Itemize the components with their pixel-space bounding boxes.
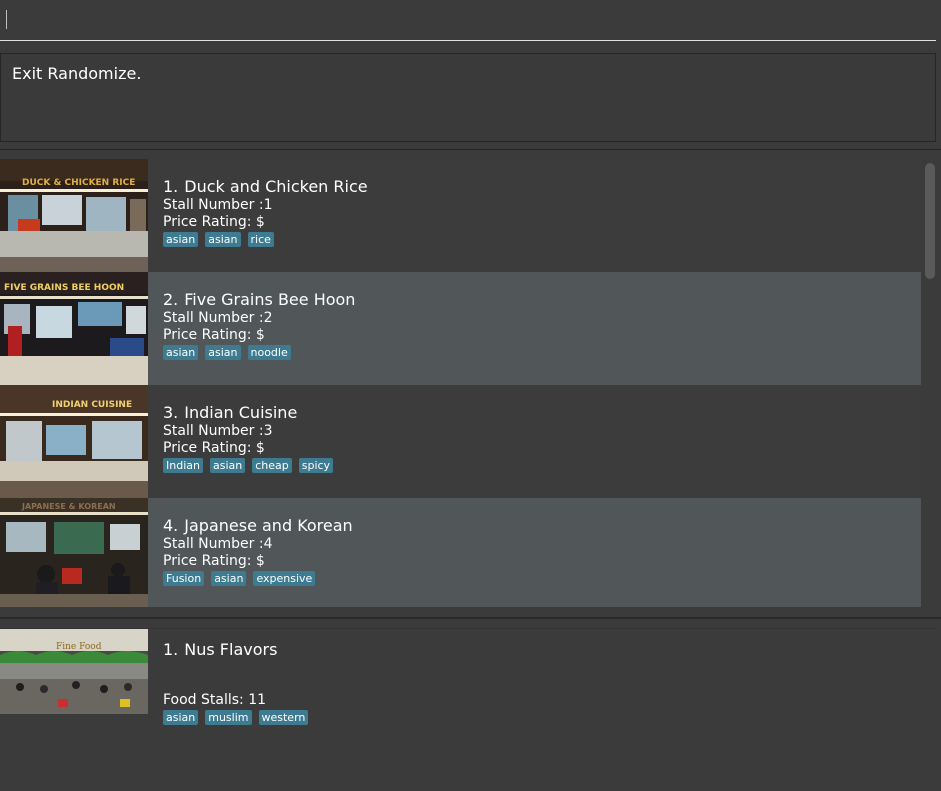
canteen-card[interactable]: Fine Food 1. Nus Flavors Food Stalls: 11 … <box>0 628 936 734</box>
stall-card[interactable]: DUCK & CHICKEN RICE 1. Duck and Chicken R… <box>0 159 921 272</box>
tag: Indian <box>163 458 203 473</box>
tag: cheap <box>252 458 292 473</box>
price-rating: Price Rating: $ <box>163 553 265 569</box>
stall-card[interactable]: JAPANESE & KOREAN 4. Japanese and Korean … <box>0 498 921 607</box>
stall-index: 2. <box>163 290 179 309</box>
stall-index: 1. <box>163 177 179 196</box>
sign-text: JAPANESE & KOREAN <box>21 502 116 511</box>
tag: asian <box>163 345 199 360</box>
tag: asian <box>205 345 241 360</box>
text-caret <box>6 10 7 29</box>
stall-photo: DUCK & CHICKEN RICE <box>0 159 148 272</box>
canteen-photo: Fine Food <box>0 629 148 714</box>
tag: rice <box>247 232 274 247</box>
tag-list: Fusion asian expensive <box>163 571 353 586</box>
price-rating: Price Rating: $ <box>163 440 265 456</box>
result-message: Exit Randomize. <box>12 64 142 83</box>
stall-title: 2. Five Grains Bee Hoon <box>163 290 355 310</box>
tag: western <box>258 710 309 725</box>
tag: muslim <box>205 710 252 725</box>
canteen-info: 1. Nus Flavors Food Stalls: 11 asian musl… <box>163 640 309 725</box>
tag: asian <box>211 571 247 586</box>
stall-info: 3. Indian Cuisine Stall Number :3 Price R… <box>163 403 334 473</box>
result-display: Exit Randomize. <box>0 53 936 142</box>
stall-photo: JAPANESE & KOREAN <box>0 498 148 607</box>
stall-card[interactable]: FIVE GRAINS BEE HOON 2. Five Grains Bee H… <box>0 272 921 385</box>
tag: expensive <box>253 571 316 586</box>
stall-list[interactable]: DUCK & CHICKEN RICE 1. Duck and Chicken R… <box>0 159 921 607</box>
tag: asian <box>163 710 199 725</box>
tag-list: asian asian noodle <box>163 345 355 360</box>
stall-index: 3. <box>163 403 179 422</box>
stall-name: Indian Cuisine <box>184 403 298 422</box>
stall-index: 4. <box>163 516 179 535</box>
stall-name: Duck and Chicken Rice <box>184 177 368 196</box>
tag: spicy <box>298 458 334 473</box>
stall-number: Stall Number :3 <box>163 423 273 439</box>
sign-text: FIVE GRAINS BEE HOON <box>4 283 124 293</box>
stall-photo: FIVE GRAINS BEE HOON <box>0 272 148 385</box>
stall-number: Stall Number :4 <box>163 536 273 552</box>
sign-text: INDIAN CUISINE <box>52 400 132 410</box>
command-underline <box>0 40 936 41</box>
stall-info: 1. Duck and Chicken Rice Stall Number :1 … <box>163 177 368 247</box>
stall-title: 3. Indian Cuisine <box>163 403 333 423</box>
canteen-index: 1. <box>163 640 179 659</box>
tag-list: Indian asian cheap spicy <box>163 458 334 473</box>
stall-name: Five Grains Bee Hoon <box>184 290 356 309</box>
tag: asian <box>205 232 241 247</box>
stall-info: 2. Five Grains Bee Hoon Stall Number :2 P… <box>163 290 355 360</box>
price-rating: Price Rating: $ <box>163 327 265 343</box>
stall-number: Stall Number :2 <box>163 310 273 326</box>
stall-title: 1. Duck and Chicken Rice <box>163 177 368 197</box>
tag: asian <box>209 458 246 473</box>
tag: asian <box>163 232 199 247</box>
stall-card[interactable]: INDIAN CUISINE 3. Indian Cuisine Stall Nu… <box>0 385 921 498</box>
command-box[interactable] <box>0 0 941 42</box>
stall-photo: INDIAN CUISINE <box>0 385 148 498</box>
canteen-name: Nus Flavors <box>184 640 278 659</box>
divider <box>0 149 941 150</box>
canteen-title: 1. Nus Flavors <box>163 640 308 660</box>
sign-text: Fine Food <box>56 642 102 652</box>
tag: Fusion <box>163 571 205 586</box>
stall-name: Japanese and Korean <box>184 516 353 535</box>
scrollbar-thumb[interactable] <box>925 163 935 279</box>
stall-number: Stall Number :1 <box>163 197 273 213</box>
tag-list: asian muslim western <box>163 710 309 725</box>
divider <box>0 617 941 619</box>
food-stalls-count: Food Stalls: 11 <box>163 692 267 708</box>
tag-list: asian asian rice <box>163 232 368 247</box>
stall-info: 4. Japanese and Korean Stall Number :4 Pr… <box>163 516 353 586</box>
price-rating: Price Rating: $ <box>163 214 265 230</box>
stall-title: 4. Japanese and Korean <box>163 516 353 536</box>
sign-text: DUCK & CHICKEN RICE <box>22 178 135 188</box>
tag: noodle <box>247 345 291 360</box>
